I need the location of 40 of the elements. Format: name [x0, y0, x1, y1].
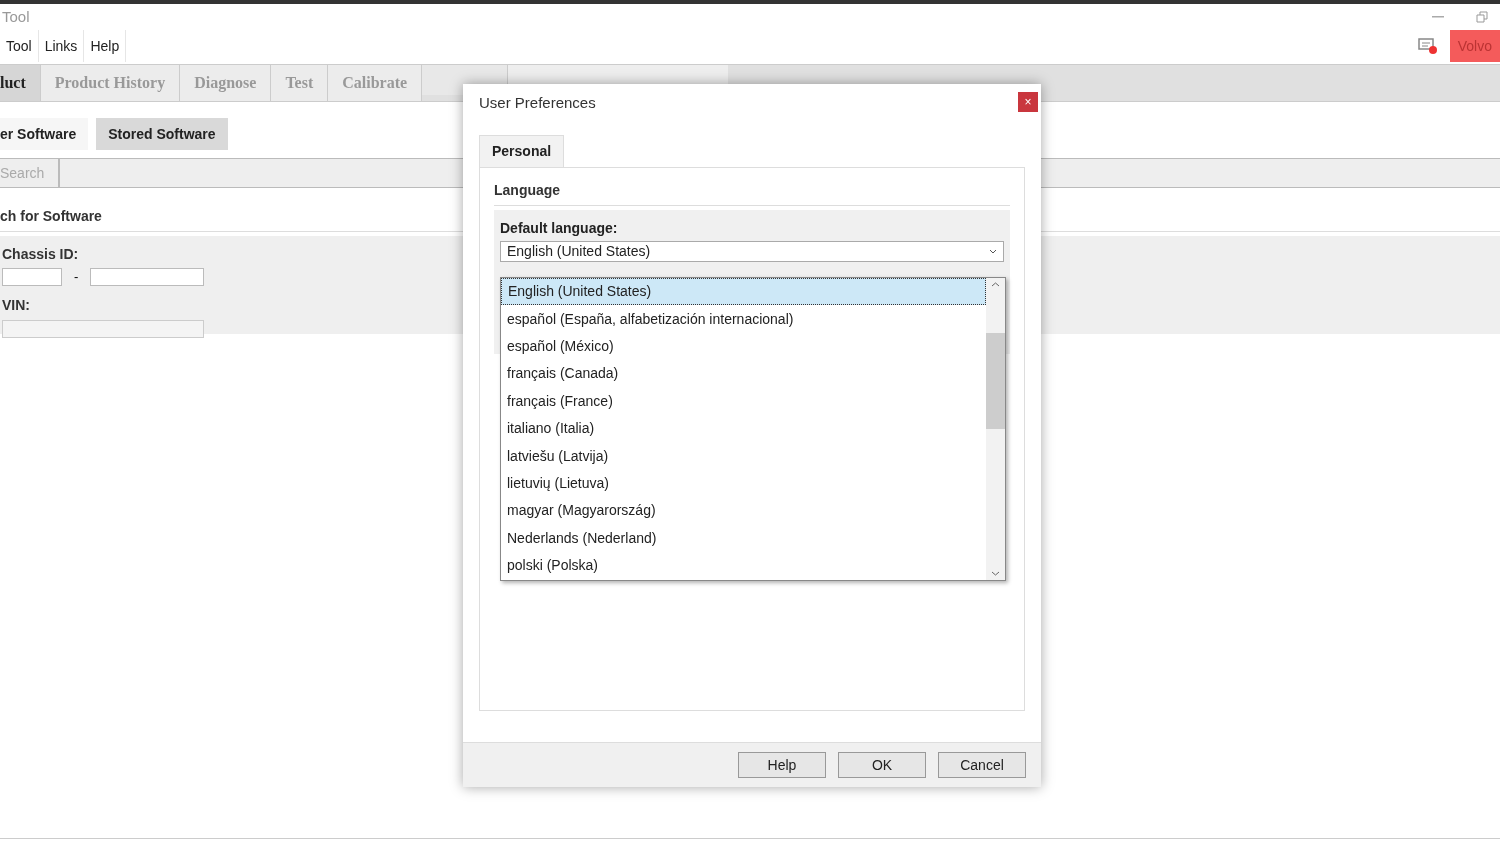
field-label: Chassis ID:: [2, 245, 79, 264]
scrollbar[interactable]: [986, 278, 1005, 580]
chevron-down-icon: [989, 248, 997, 254]
close-button[interactable]: ×: [1018, 92, 1038, 112]
dropdown-option[interactable]: English (United States): [501, 278, 986, 306]
scrollbar-thumb[interactable]: [986, 333, 1005, 429]
scroll-up-icon[interactable]: [991, 282, 1000, 287]
dropdown-option[interactable]: italiano (Italia): [501, 414, 986, 443]
dialog-button[interactable]: Cancel: [938, 752, 1026, 778]
dialog-tab[interactable]: Personal: [479, 134, 565, 167]
input-field[interactable]: [90, 267, 205, 286]
alert-message-icon[interactable]: [1417, 37, 1438, 55]
restore-icon[interactable]: [1476, 11, 1488, 23]
window-title: Tool: [1, 6, 30, 27]
search-field[interactable]: Search: [0, 162, 50, 184]
dropdown-option[interactable]: magyar (Magyarország): [501, 497, 986, 525]
dropdown-option[interactable]: Nederlands (Nederland): [501, 524, 986, 552]
sub-tab[interactable]: er Software: [0, 118, 89, 150]
dialog-button[interactable]: Help: [738, 752, 826, 778]
sub-tab[interactable]: Stored Software: [96, 118, 228, 150]
language-dropdown[interactable]: English (United States): [500, 240, 1004, 262]
field-label: VIN:: [2, 295, 30, 315]
dropdown-option[interactable]: français (France): [501, 387, 986, 415]
dropdown-option[interactable]: polski (Polska): [501, 551, 986, 580]
dropdown-option[interactable]: lietuvių (Lietuva): [501, 469, 986, 498]
field-label: Default language:: [500, 218, 618, 238]
dialog-title: User Preferences: [479, 93, 596, 113]
separator-dash: -: [74, 268, 79, 286]
group-title: Language: [494, 179, 1010, 206]
dropdown-option[interactable]: français (Canada): [501, 360, 986, 388]
input-field[interactable]: [2, 319, 204, 338]
input-field[interactable]: [2, 267, 62, 286]
dropdown-option[interactable]: español (México): [501, 332, 986, 361]
dropdown-option[interactable]: español (España, alfabetización internacional): [501, 305, 986, 333]
dropdown-option[interactable]: latviešu (Latvija): [501, 442, 986, 470]
dialog-button[interactable]: OK: [838, 752, 926, 778]
scroll-down-icon[interactable]: [991, 571, 1000, 576]
tab[interactable]: luct: [0, 65, 41, 101]
minimize-icon[interactable]: [1432, 16, 1444, 18]
section-title: ch for Software: [0, 208, 102, 224]
